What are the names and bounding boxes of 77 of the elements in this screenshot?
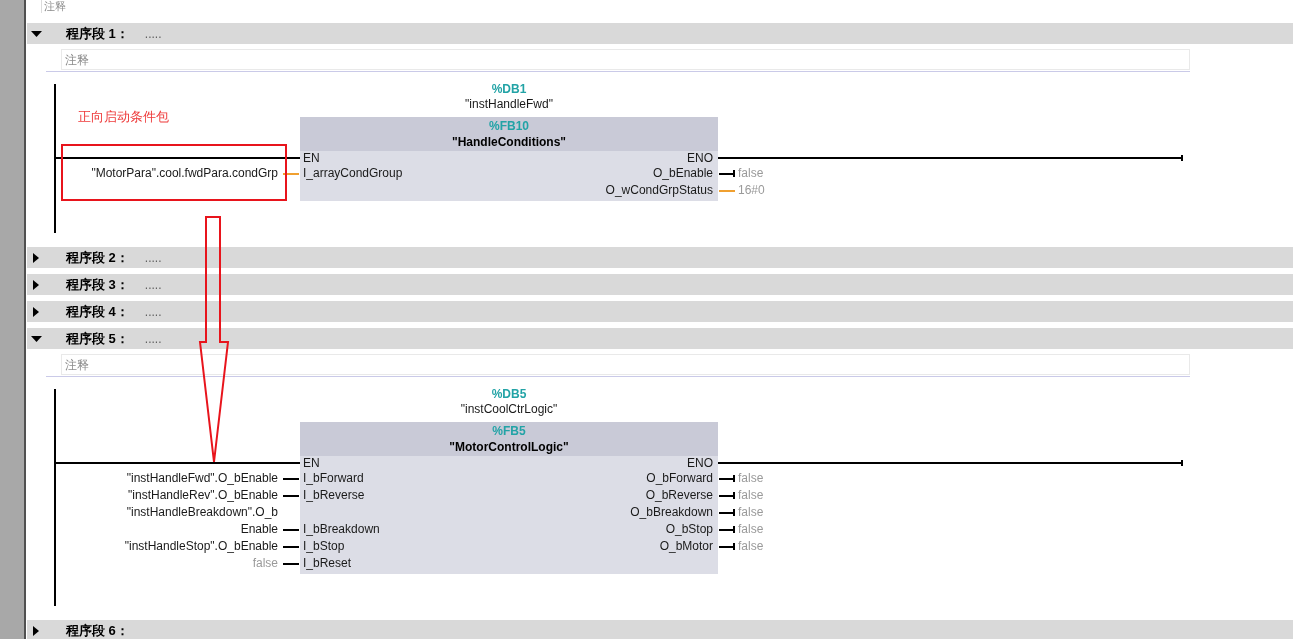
pin-label: I_bForward <box>303 470 364 487</box>
pin-label: EN <box>303 456 320 470</box>
pin-label: ENO <box>687 456 713 470</box>
instance-db-number: %DB1 <box>491 82 527 97</box>
caret-right-icon[interactable] <box>33 625 39 636</box>
block-type-number: %FB5 <box>492 423 526 439</box>
input-wire <box>283 172 299 175</box>
output-wire <box>719 509 735 516</box>
network-title: 程序段 6： <box>66 623 129 638</box>
annotation-label: 正向启动条件包 <box>78 109 169 124</box>
block-type-number: %FB10 <box>489 118 529 134</box>
input-wire <box>283 545 299 548</box>
caret-down-icon[interactable] <box>31 335 42 342</box>
operand-label: "instHandleRev".O_bEnable <box>127 487 278 504</box>
caret-right-icon[interactable] <box>33 252 39 263</box>
caret-down-icon[interactable] <box>31 30 42 37</box>
output-wire <box>719 475 735 482</box>
output-wire <box>719 189 735 192</box>
pin-label: O_bMotor <box>659 538 713 555</box>
pin-label: I_arrayCondGroup <box>303 165 403 182</box>
network-header[interactable]: 程序段 5： ..... <box>27 328 1293 349</box>
network-comment-placeholder: ..... <box>144 331 162 346</box>
network-header[interactable]: 程序段 3： ..... <box>27 274 1293 295</box>
input-wire <box>283 494 299 497</box>
network-header[interactable]: 程序段 6： <box>27 620 1293 639</box>
operand-label: "instHandleBreakdown".O_b Enable <box>125 504 278 538</box>
input-wire <box>283 477 299 480</box>
pin-label: I_bBreakdown <box>303 521 380 538</box>
pin-label: O_bForward <box>646 470 713 487</box>
block-name: "MotorControlLogic" <box>449 439 569 455</box>
instance-name: "instHandleFwd" <box>465 97 553 111</box>
network-title: 程序段 1： <box>66 26 129 41</box>
instance-db-number: %DB5 <box>491 387 527 402</box>
output-value: false <box>738 470 764 487</box>
pin-label: I_bReset <box>303 555 352 572</box>
operand-label: "MotorPara".cool.fwdPara.condGrp <box>90 165 278 182</box>
pin-label: I_bReverse <box>303 487 365 504</box>
pin-label: I_bStop <box>303 538 345 555</box>
network-title: 程序段 4： <box>66 304 129 319</box>
output-value: false <box>738 521 764 538</box>
pin-label: O_bEnable <box>652 165 713 182</box>
output-wire <box>719 170 735 177</box>
pin-label: ENO <box>687 151 713 165</box>
operand-label: "instHandleStop".O_bEnable <box>123 538 278 555</box>
instance-name: "instCoolCtrLogic" <box>460 402 558 416</box>
pin-label: O_wCondGrpStatus <box>605 182 713 199</box>
network-header[interactable]: 程序段 4： ..... <box>27 301 1293 322</box>
network-title: 程序段 3： <box>66 277 129 292</box>
operand-label: false <box>251 555 278 572</box>
output-wire <box>719 492 735 499</box>
output-value: false <box>738 165 764 182</box>
network-header[interactable]: 程序段 1： ..... <box>27 23 1293 44</box>
output-wire <box>719 526 735 533</box>
output-value: false <box>738 538 764 555</box>
input-wire <box>283 528 299 531</box>
pin-label: O_bStop <box>665 521 713 538</box>
output-wire <box>719 543 735 550</box>
output-value: false <box>738 487 764 504</box>
network-title: 程序段 2： <box>66 250 129 265</box>
network-comment-placeholder: ..... <box>144 26 162 41</box>
network-title: 程序段 5： <box>66 331 129 346</box>
output-value: false <box>738 504 764 521</box>
network-comment-placeholder: ..... <box>144 250 162 265</box>
operand-label: "instHandleFwd".O_bEnable <box>125 470 278 487</box>
comment-field[interactable]: 注释 <box>61 49 1190 70</box>
comment-field[interactable]: 注释 <box>61 354 1190 375</box>
network-comment-placeholder: ..... <box>144 304 162 319</box>
block-name: "HandleConditions" <box>451 134 566 150</box>
pin-label: O_bBreakdown <box>630 504 713 521</box>
caret-right-icon[interactable] <box>33 306 39 317</box>
pin-label: EN <box>303 151 320 165</box>
caret-right-icon[interactable] <box>33 279 39 290</box>
input-wire <box>283 562 299 565</box>
network-header[interactable]: 程序段 2： ..... <box>27 247 1293 268</box>
pin-label: O_bReverse <box>645 487 713 504</box>
network-comment-placeholder: ..... <box>144 277 162 292</box>
output-value: 16#0 <box>738 182 765 199</box>
